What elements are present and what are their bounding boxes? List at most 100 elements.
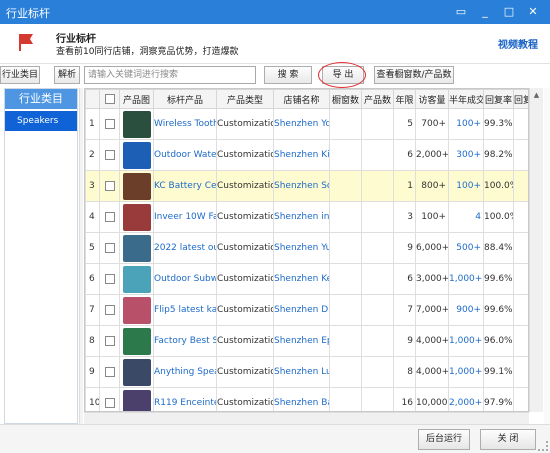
- row-checkbox[interactable]: [104, 149, 115, 160]
- half-year-sales[interactable]: 1,000+: [448, 356, 484, 388]
- shop-name-link[interactable]: Shenzhen inv: [273, 201, 330, 233]
- table-row[interactable]: 6 Outdoor SubwcCustomizationShenzhen Key 6…: [85, 263, 528, 295]
- view-counts-button[interactable]: 查看橱窗数/产品数: [374, 66, 454, 84]
- row-checkbox[interactable]: [104, 335, 115, 346]
- shop-name-link[interactable]: Shenzhen Ept: [273, 325, 330, 357]
- table-header-row: 产品图 标杆产品 产品类型 店铺名称 橱窗数 产品数 年限 访客量 半年成交 回…: [85, 89, 528, 109]
- product-name-link[interactable]: Inveer 10W Fas: [153, 201, 217, 233]
- half-year-sales[interactable]: 1,000+: [448, 263, 484, 295]
- shop-name-link[interactable]: Shenzhen Kir: [273, 139, 330, 171]
- half-year-sales[interactable]: 2,000+: [448, 387, 484, 411]
- maximize-icon[interactable]: □: [500, 3, 518, 21]
- shop-name-link[interactable]: Shenzhen Key: [273, 263, 330, 295]
- shop-name-link[interactable]: Shenzhen Lus: [273, 356, 330, 388]
- search-button[interactable]: 搜 索: [264, 66, 312, 84]
- window-count: [329, 356, 362, 388]
- row-checkbox[interactable]: [104, 397, 115, 408]
- product-name-link[interactable]: KC Battery Cert: [153, 170, 217, 202]
- shop-name-link[interactable]: Shenzhen Yu: [273, 232, 330, 264]
- table-row[interactable]: 4 Inveer 10W FasCustomizationShenzhen inv…: [85, 201, 528, 233]
- row-checkbox[interactable]: [104, 304, 115, 315]
- table-row[interactable]: 7 Flip5 latest kaleCustomizationShenzhen …: [85, 294, 528, 326]
- product-name-link[interactable]: Factory Best Se: [153, 325, 217, 357]
- half-year-sales[interactable]: 300+: [448, 139, 484, 171]
- row-select[interactable]: [99, 387, 120, 411]
- product-image-cell: [119, 170, 154, 202]
- header-products[interactable]: 产品数: [361, 89, 394, 109]
- scroll-up-icon[interactable]: ▲: [530, 88, 543, 102]
- row-select[interactable]: [99, 294, 120, 326]
- horizontal-scrollbar[interactable]: [84, 412, 529, 424]
- row-checkbox[interactable]: [104, 211, 115, 222]
- table-row[interactable]: 8 Factory Best SeCustomizationShenzhen Ep…: [85, 325, 528, 357]
- row-checkbox[interactable]: [104, 366, 115, 377]
- product-thumbnail: [122, 389, 151, 411]
- category-button[interactable]: 行业类目: [0, 66, 40, 84]
- product-name-link[interactable]: R119 Enceinte I: [153, 387, 217, 411]
- shop-name-link[interactable]: Shenzhen Sol: [273, 170, 330, 202]
- minimize-icon[interactable]: _: [476, 3, 494, 21]
- header-type[interactable]: 产品类型: [216, 89, 274, 109]
- vertical-scrollbar[interactable]: ▲: [529, 88, 543, 412]
- table-row[interactable]: 3 KC Battery CertCustomizationShenzhen So…: [85, 170, 528, 202]
- header-select[interactable]: [99, 89, 120, 109]
- half-year-sales[interactable]: 500+: [448, 232, 484, 264]
- panel-splitter[interactable]: [79, 88, 83, 424]
- analysis-button[interactable]: 解析: [54, 66, 80, 84]
- close-icon[interactable]: ✕: [524, 3, 542, 21]
- product-name-link[interactable]: Outdoor Subwc: [153, 263, 217, 295]
- sidebar-item-speakers[interactable]: Speakers: [5, 111, 77, 131]
- row-checkbox[interactable]: [104, 118, 115, 129]
- product-name-link[interactable]: Flip5 latest kale: [153, 294, 217, 326]
- product-name-link[interactable]: Anything Speak: [153, 356, 217, 388]
- header-windows[interactable]: 橱窗数: [329, 89, 362, 109]
- row-select[interactable]: [99, 356, 120, 388]
- search-input[interactable]: 请输入关键词进行搜索: [84, 66, 256, 84]
- close-button[interactable]: 关 闭: [480, 429, 536, 450]
- header-reply-rate[interactable]: 回复率: [483, 89, 514, 109]
- table-row[interactable]: 10 R119 Enceinte ICustomizationShenzhen B…: [85, 387, 528, 411]
- run-background-button[interactable]: 后台运行: [418, 429, 470, 450]
- product-count: [361, 387, 394, 411]
- product-count: [361, 356, 394, 388]
- header-years[interactable]: 年限: [393, 89, 416, 109]
- half-year-sales[interactable]: 900+: [448, 294, 484, 326]
- table-row[interactable]: 5 2022 latest outCustomizationShenzhen Yu…: [85, 232, 528, 264]
- row-select[interactable]: [99, 325, 120, 357]
- product-type: Customization: [216, 356, 274, 388]
- row-select[interactable]: [99, 201, 120, 233]
- header-reply-more[interactable]: 回复: [513, 89, 528, 109]
- product-name-link[interactable]: 2022 latest out: [153, 232, 217, 264]
- video-tutorial-link[interactable]: 视频教程: [498, 36, 538, 51]
- reply-extra: [513, 294, 528, 326]
- header-shop[interactable]: 店铺名称: [273, 89, 330, 109]
- row-checkbox[interactable]: [104, 273, 115, 284]
- product-name-link[interactable]: Wireless Tooth: [153, 108, 217, 140]
- half-year-sales[interactable]: 4: [448, 201, 484, 233]
- resize-grip-icon[interactable]: [538, 441, 548, 451]
- half-year-sales[interactable]: 100+: [448, 170, 484, 202]
- row-select[interactable]: [99, 139, 120, 171]
- half-year-sales[interactable]: 1,000+: [448, 325, 484, 357]
- table-row[interactable]: 2 Outdoor WaterCustomizationShenzhen Kir 6…: [85, 139, 528, 171]
- table-row[interactable]: 9 Anything SpeakCustomizationShenzhen Lus…: [85, 356, 528, 388]
- header-visitors[interactable]: 访客量: [415, 89, 449, 109]
- header-product[interactable]: 标杆产品: [153, 89, 217, 109]
- select-all-checkbox[interactable]: [104, 93, 115, 104]
- product-name-link[interactable]: Outdoor Water: [153, 139, 217, 171]
- half-year-sales[interactable]: 100+: [448, 108, 484, 140]
- restore-icon[interactable]: ▭: [452, 3, 470, 21]
- row-checkbox[interactable]: [104, 180, 115, 191]
- shop-name-link[interactable]: Shenzhen Yo: [273, 108, 330, 140]
- header-half-year[interactable]: 半年成交: [448, 89, 484, 109]
- row-select[interactable]: [99, 263, 120, 295]
- shop-name-link[interactable]: Shenzhen Dik: [273, 294, 330, 326]
- row-select[interactable]: [99, 108, 120, 140]
- header-image[interactable]: 产品图: [119, 89, 154, 109]
- row-select[interactable]: [99, 170, 120, 202]
- shop-name-link[interactable]: Shenzhen Bac: [273, 387, 330, 411]
- flag-icon: [19, 34, 33, 51]
- row-select[interactable]: [99, 232, 120, 264]
- row-checkbox[interactable]: [104, 242, 115, 253]
- table-row[interactable]: 1 Wireless ToothCustomizationShenzhen Yo 5…: [85, 108, 528, 140]
